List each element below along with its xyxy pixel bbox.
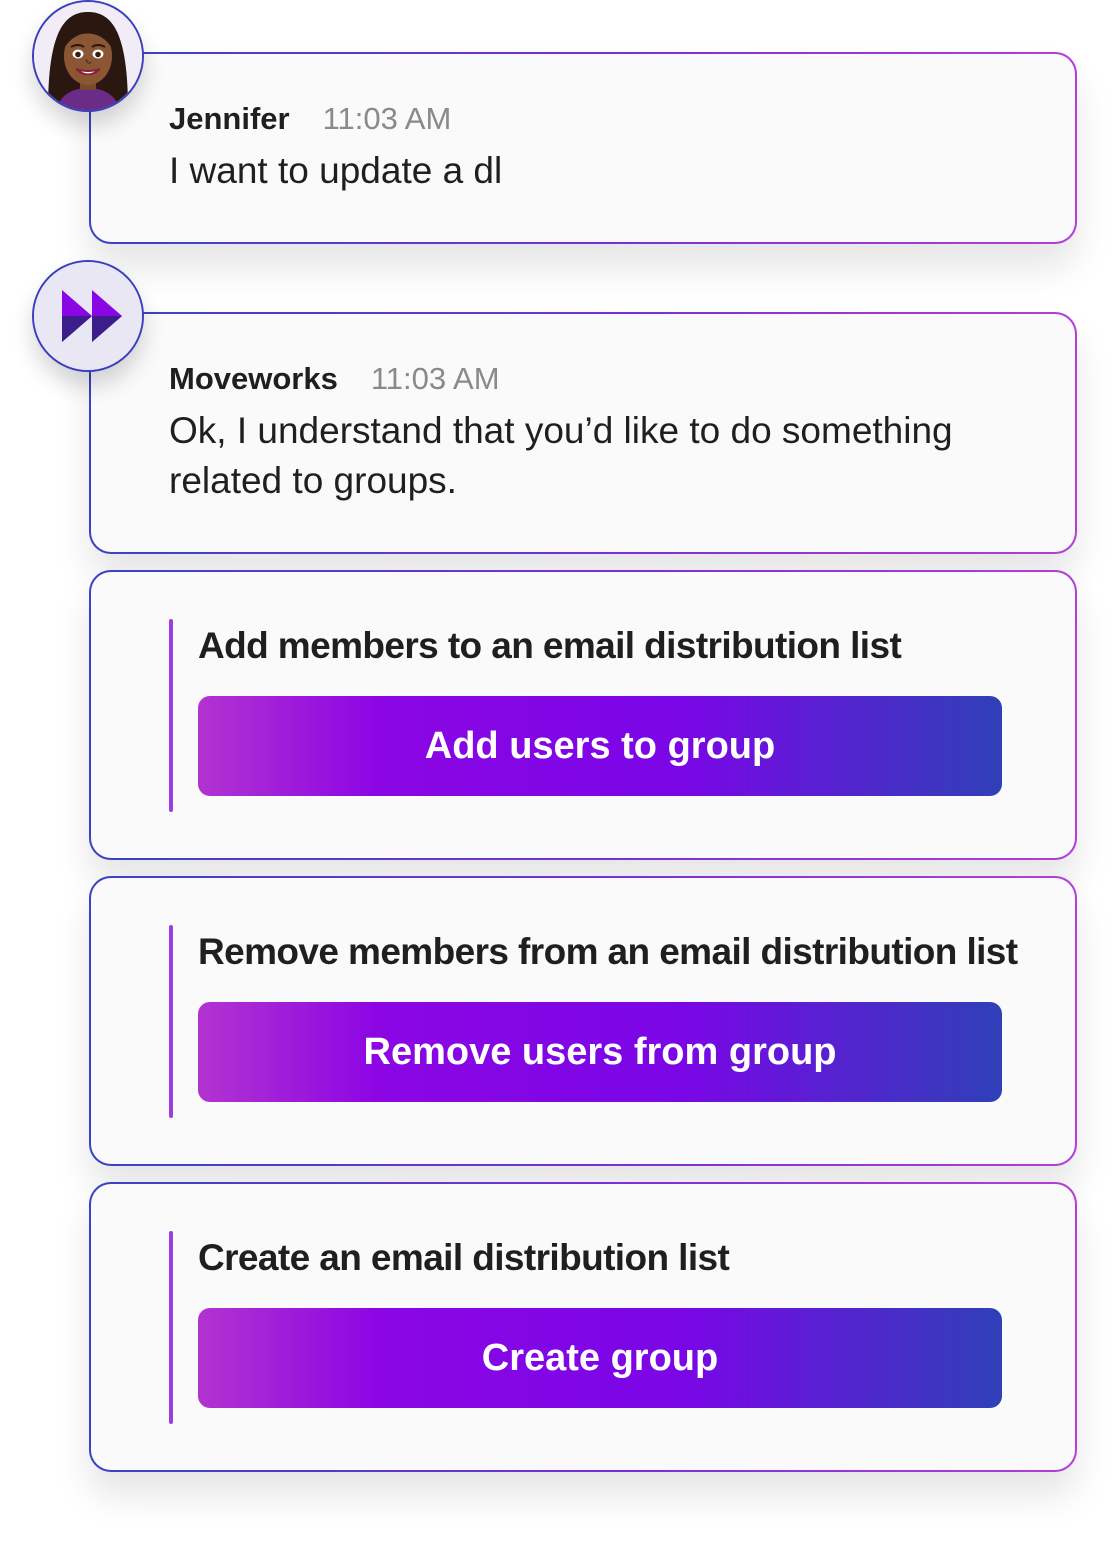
option-accent-bar bbox=[169, 1231, 173, 1424]
remove-users-from-group-button[interactable]: Remove users from group bbox=[198, 1002, 1002, 1102]
option-title: Remove members from an email distributio… bbox=[198, 931, 1018, 972]
moveworks-logo-icon bbox=[34, 262, 142, 370]
bitmoji-woman-avatar-icon bbox=[34, 2, 142, 110]
sender-name: Jennifer bbox=[169, 101, 290, 136]
user-message-card: Jennifer 11:03 AM I want to update a dl bbox=[89, 52, 1077, 244]
message-text: Ok, I understand that you’d like to do s… bbox=[169, 410, 953, 501]
message-header: Jennifer 11:03 AM bbox=[169, 101, 451, 137]
user-avatar bbox=[32, 0, 144, 112]
message-header: Moveworks 11:03 AM bbox=[169, 361, 500, 397]
message-text: I want to update a dl bbox=[169, 150, 503, 191]
option-accent-bar bbox=[169, 925, 173, 1118]
bot-avatar bbox=[32, 260, 144, 372]
option-card: Create an email distribution list Create… bbox=[89, 1182, 1077, 1472]
bot-message-card: Moveworks 11:03 AM Ok, I understand that… bbox=[89, 312, 1077, 554]
option-title: Create an email distribution list bbox=[198, 1237, 730, 1278]
option-card: Add members to an email distribution lis… bbox=[89, 570, 1077, 860]
add-users-to-group-button[interactable]: Add users to group bbox=[198, 696, 1002, 796]
option-card: Remove members from an email distributio… bbox=[89, 876, 1077, 1166]
sender-name: Moveworks bbox=[169, 361, 338, 396]
message-timestamp: 11:03 AM bbox=[370, 361, 500, 396]
option-title: Add members to an email distribution lis… bbox=[198, 625, 902, 666]
option-accent-bar bbox=[169, 619, 173, 812]
message-timestamp: 11:03 AM bbox=[322, 101, 452, 136]
create-group-button[interactable]: Create group bbox=[198, 1308, 1002, 1408]
